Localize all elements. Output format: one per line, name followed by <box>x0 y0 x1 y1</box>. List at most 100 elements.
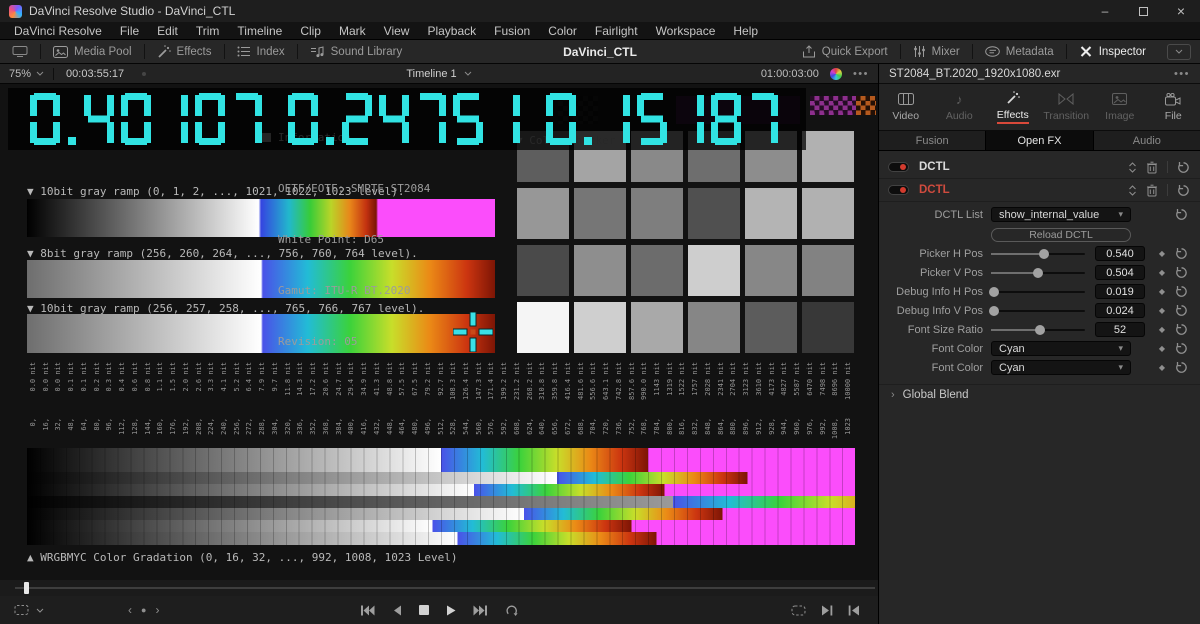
subtab-openfx[interactable]: Open FX <box>986 131 1094 150</box>
maximize-icon[interactable] <box>1124 0 1162 22</box>
jog-right-icon[interactable]: › <box>155 603 159 617</box>
effect-row-dctl-2[interactable]: DCTL <box>879 179 1200 202</box>
keyframe-diamond-icon[interactable]: ◆ <box>1159 268 1165 277</box>
menu-item-mark[interactable]: Mark <box>330 22 375 40</box>
tab-file[interactable]: File <box>1147 84 1200 130</box>
slider-handle[interactable] <box>1033 267 1043 278</box>
reorder-updown-icon[interactable] <box>1128 184 1137 197</box>
reset-icon[interactable] <box>1175 285 1188 298</box>
mixer-button[interactable]: Mixer <box>901 40 972 63</box>
font-color-dropdown[interactable]: Cyan ▾ <box>991 341 1131 356</box>
marquee-select-icon[interactable] <box>14 604 29 616</box>
keyframe-diamond-icon[interactable]: ◆ <box>1159 306 1165 315</box>
menu-item-view[interactable]: View <box>375 22 419 40</box>
reset-icon[interactable] <box>1177 184 1190 197</box>
reset-icon[interactable] <box>1175 323 1188 336</box>
effects-button[interactable]: Effects <box>145 40 224 63</box>
menu-item-color[interactable]: Color <box>539 22 586 40</box>
go-to-out-icon[interactable] <box>821 605 833 616</box>
slider-value[interactable]: 0.019 <box>1095 284 1145 299</box>
play-icon[interactable] <box>446 605 456 616</box>
tab-video[interactable]: Video <box>879 84 933 130</box>
picker-crosshair-icon[interactable] <box>453 312 493 352</box>
go-to-in-icon[interactable] <box>848 605 860 616</box>
subtab-audio[interactable]: Audio <box>1094 131 1200 150</box>
menu-item-davinci-resolve[interactable]: DaVinci Resolve <box>5 22 111 40</box>
keyframe-diamond-icon[interactable]: ◆ <box>1159 363 1165 372</box>
panel-collapse-button[interactable] <box>1167 43 1191 60</box>
skip-to-start-icon[interactable] <box>360 605 375 616</box>
tab-effects[interactable]: Effects <box>986 84 1040 130</box>
tab-image[interactable]: Image <box>1093 84 1147 130</box>
quick-export-button[interactable]: Quick Export <box>790 40 900 63</box>
close-icon[interactable]: × <box>1162 0 1200 22</box>
slider-handle[interactable] <box>1038 248 1049 259</box>
inspector-button[interactable]: Inspector <box>1067 40 1158 63</box>
menu-item-timeline[interactable]: Timeline <box>228 22 291 40</box>
stop-icon[interactable] <box>418 605 429 615</box>
sound-library-button[interactable]: Sound Library <box>298 40 415 63</box>
step-back-icon[interactable] <box>392 605 402 616</box>
trash-icon[interactable] <box>1146 184 1158 197</box>
menu-item-help[interactable]: Help <box>724 22 767 40</box>
reset-icon[interactable] <box>1175 247 1188 260</box>
menu-item-workspace[interactable]: Workspace <box>647 22 725 40</box>
menu-item-edit[interactable]: Edit <box>148 22 187 40</box>
global-blend-section[interactable]: › Global Blend <box>879 384 1200 405</box>
color-grade-icon[interactable] <box>829 67 842 80</box>
zoom-level-dropdown[interactable]: 75% <box>0 64 53 83</box>
slider-value[interactable]: 0.024 <box>1095 303 1145 318</box>
loop-clip-icon[interactable] <box>791 605 806 616</box>
trash-icon[interactable] <box>1146 161 1158 174</box>
slider-value[interactable]: 52 <box>1095 322 1145 337</box>
menu-item-trim[interactable]: Trim <box>187 22 229 40</box>
viewer-toggle-button[interactable] <box>0 40 40 63</box>
inspector-options-menu[interactable]: ••• <box>1174 68 1190 80</box>
menu-item-file[interactable]: File <box>111 22 148 40</box>
slider-handle[interactable] <box>988 305 999 316</box>
playhead-handle[interactable] <box>24 582 29 594</box>
viewer-options-menu[interactable]: ••• <box>853 68 869 80</box>
slider-value[interactable]: 0.540 <box>1095 246 1145 261</box>
loop-icon[interactable] <box>505 604 519 616</box>
reset-icon[interactable] <box>1175 342 1188 355</box>
timeline-scrubber[interactable] <box>0 580 878 596</box>
reset-icon[interactable] <box>1175 266 1188 279</box>
slider-track[interactable] <box>991 324 1085 335</box>
chevron-down-icon[interactable] <box>36 608 44 613</box>
menu-item-playback[interactable]: Playback <box>418 22 485 40</box>
effect-enable-toggle[interactable] <box>888 162 909 172</box>
slider-track[interactable] <box>988 305 1085 316</box>
keyframe-diamond-icon[interactable]: ◆ <box>1159 287 1165 296</box>
slider-handle[interactable] <box>988 286 999 297</box>
keyframe-diamond-icon[interactable]: ◆ <box>1159 344 1165 353</box>
reset-icon[interactable] <box>1175 304 1188 317</box>
subtab-fusion[interactable]: Fusion <box>879 131 987 150</box>
keyframe-diamond-icon[interactable]: ◆ <box>1159 249 1165 258</box>
slider-track[interactable] <box>991 248 1085 259</box>
slider-track[interactable] <box>988 286 1085 297</box>
menu-item-fairlight[interactable]: Fairlight <box>586 22 647 40</box>
slider-handle[interactable] <box>1034 324 1045 335</box>
slider-value[interactable]: 0.504 <box>1095 265 1145 280</box>
viewer-canvas[interactable]: Information OETF/EOTF: SMPTE ST2084 Whit… <box>0 84 878 580</box>
reload-dctl-button[interactable]: Reload DCTL <box>991 227 1131 242</box>
jog-dot-icon[interactable]: ● <box>141 605 146 615</box>
reset-icon[interactable] <box>1175 361 1188 374</box>
minimize-icon[interactable]: – <box>1086 0 1124 22</box>
effect-row-dctl-1[interactable]: DCTL <box>879 156 1200 179</box>
reset-icon[interactable] <box>1177 161 1190 174</box>
menu-item-clip[interactable]: Clip <box>291 22 330 40</box>
slider-track[interactable] <box>991 267 1085 278</box>
scrubber-track[interactable] <box>15 587 875 589</box>
jog-left-icon[interactable]: ‹ <box>128 603 132 617</box>
dctl-list-dropdown[interactable]: show_internal_value ▾ <box>991 207 1131 222</box>
reset-icon[interactable] <box>1175 208 1188 221</box>
font-color-dropdown[interactable]: Cyan ▾ <box>991 360 1131 375</box>
tab-audio[interactable]: ♪ Audio <box>933 84 987 130</box>
reorder-updown-icon[interactable] <box>1128 161 1137 174</box>
effect-enable-toggle[interactable] <box>888 185 909 195</box>
skip-to-end-icon[interactable] <box>473 605 488 616</box>
media-pool-button[interactable]: Media Pool <box>41 40 144 63</box>
metadata-button[interactable]: Metadata <box>973 40 1066 63</box>
